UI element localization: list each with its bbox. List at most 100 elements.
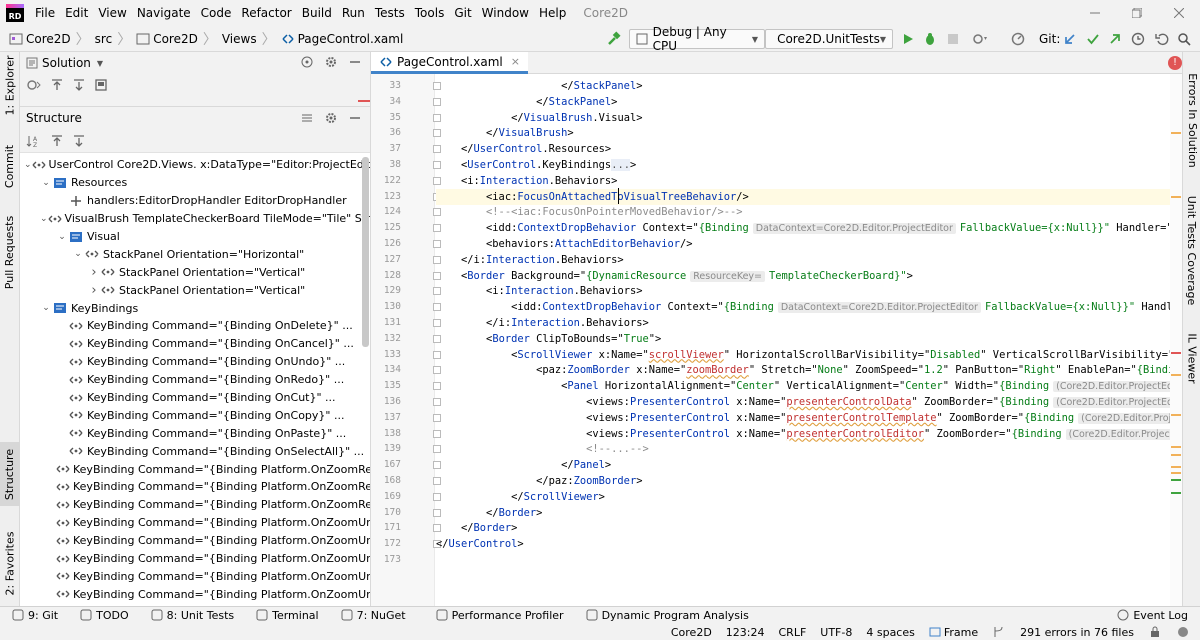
structure-node[interactable]: KeyBinding Command="{Binding OnRedo}" ..… [20, 371, 370, 389]
build-configuration-select[interactable]: Debug | Any CPU ▼ [629, 29, 765, 49]
structure-node[interactable]: ⌄StackPanel Orientation="Horizontal" [20, 245, 370, 263]
status-line-ending[interactable]: CRLF [779, 626, 807, 639]
close-window-icon[interactable] [1164, 0, 1194, 26]
attach-process-icon[interactable] [970, 29, 990, 49]
warning-mark[interactable] [1171, 446, 1181, 448]
run-configuration-select[interactable]: Core2D.UnitTests ▼ [765, 29, 893, 49]
git-push-icon[interactable] [1105, 29, 1125, 49]
structure-node[interactable]: handlers:EditorDropHandler EditorDropHan… [20, 192, 370, 210]
expand-all-icon[interactable] [72, 134, 86, 148]
tab-pull-requests[interactable]: Pull Requests [0, 202, 20, 302]
lock-icon[interactable] [1148, 626, 1162, 638]
structure-node[interactable]: KeyBinding Command="{Binding OnCut}" ... [20, 389, 370, 407]
hide-panel-icon[interactable] [348, 55, 362, 69]
bottom-tab-unit-tests[interactable]: 8: Unit Tests [151, 609, 234, 622]
solution-tool-icon[interactable] [26, 78, 42, 92]
menu-item-git[interactable]: Git [449, 0, 476, 26]
tab-errors-in-solution[interactable]: Errors In Solution [1183, 60, 1200, 180]
profiler-icon[interactable] [1008, 29, 1028, 49]
status-caret-position[interactable]: 123:24 [726, 626, 765, 639]
chevron-down-icon[interactable]: ⌄ [56, 232, 68, 242]
change-mark[interactable] [1171, 479, 1181, 481]
preview-icon[interactable] [94, 78, 108, 92]
bottom-tab-git[interactable]: 9: Git [12, 609, 58, 622]
chevron-down-icon[interactable]: ⌄ [40, 178, 52, 188]
change-mark[interactable] [1171, 492, 1181, 494]
status-indent[interactable]: 4 spaces [866, 626, 915, 639]
settings-gear-icon[interactable] [324, 111, 338, 125]
structure-scrollbar[interactable] [362, 157, 369, 347]
structure-node[interactable]: ⌄Visual [20, 228, 370, 246]
rollback-icon[interactable] [1152, 29, 1172, 49]
structure-node[interactable]: KeyBinding Command="{Binding OnDelete}" … [20, 317, 370, 335]
structure-node[interactable]: KeyBinding Command="{Binding Platform.On… [20, 550, 370, 568]
structure-node[interactable]: ⌄KeyBindings [20, 299, 370, 317]
structure-node[interactable]: KeyBinding Command="{Binding Platform.On… [20, 460, 370, 478]
error-mark[interactable] [1171, 352, 1181, 354]
error-indicator-icon[interactable]: ! [1168, 56, 1182, 70]
sort-alphabetically-icon[interactable]: AZ [26, 134, 42, 148]
code-editor[interactable]: </StackPanel> </StackPanel> </VisualBrus… [436, 74, 1170, 606]
collapse-all-icon[interactable] [50, 134, 64, 148]
breadcrumb-folder[interactable]: Views [219, 27, 260, 51]
tab-favorites[interactable]: 2: Favorites [0, 528, 20, 598]
status-errors[interactable]: 291 errors in 76 files [1020, 626, 1134, 639]
structure-node[interactable]: ›StackPanel Orientation="Vertical" [20, 263, 370, 281]
breadcrumb-solution[interactable]: Core2D [6, 27, 74, 51]
run-icon[interactable] [898, 29, 918, 49]
debug-icon[interactable] [920, 29, 940, 49]
structure-node[interactable]: KeyBinding Command="{Binding OnUndo}" ..… [20, 353, 370, 371]
structure-node[interactable]: ⌄VisualBrush TemplateCheckerBoard TileMo… [20, 210, 370, 228]
menu-item-file[interactable]: File [30, 0, 60, 26]
structure-node[interactable]: ⌄Resources [20, 174, 370, 192]
notifications-icon[interactable] [1176, 626, 1190, 638]
status-frame[interactable]: Frame [929, 626, 978, 639]
tab-il-viewer[interactable]: IL Viewer [1183, 322, 1200, 394]
history-icon[interactable] [1128, 29, 1148, 49]
chevron-down-icon[interactable]: ⌄ [40, 214, 48, 224]
menu-item-window[interactable]: Window [477, 0, 534, 26]
structure-node[interactable]: ⌄UserControl Core2D.Views. x:DataType="E… [20, 156, 370, 174]
menu-item-navigate[interactable]: Navigate [132, 0, 196, 26]
status-project[interactable]: Core2D [671, 626, 712, 639]
warning-mark[interactable] [1171, 196, 1181, 198]
warning-mark[interactable] [1171, 132, 1181, 134]
structure-node[interactable]: KeyBinding Command="{Binding Platform.On… [20, 567, 370, 585]
search-everywhere-icon[interactable] [1174, 29, 1194, 49]
menu-item-refactor[interactable]: Refactor [236, 0, 296, 26]
restore-icon[interactable] [1122, 0, 1152, 26]
menu-item-run[interactable]: Run [337, 0, 370, 26]
build-hammer-icon[interactable] [604, 29, 624, 49]
bottom-tab-terminal[interactable]: Terminal [256, 609, 319, 622]
structure-node[interactable]: KeyBinding Command="{Binding Platform.On… [20, 514, 370, 532]
locate-icon[interactable] [300, 55, 314, 69]
menu-item-build[interactable]: Build [297, 0, 337, 26]
structure-node[interactable]: KeyBinding Command="{Binding OnCopy}" ..… [20, 406, 370, 424]
menu-item-help[interactable]: Help [534, 0, 571, 26]
expand-all-icon[interactable] [72, 78, 86, 92]
tab-commit[interactable]: Commit [0, 144, 20, 188]
structure-node[interactable]: KeyBinding Command="{Binding Platform.On… [20, 478, 370, 496]
git-commit-icon[interactable] [1083, 29, 1103, 49]
git-update-icon[interactable] [1060, 29, 1080, 49]
tab-structure[interactable]: Structure [0, 442, 20, 506]
status-encoding[interactable]: UTF-8 [820, 626, 852, 639]
split-icon[interactable] [300, 111, 314, 125]
chevron-down-icon[interactable]: ⌄ [24, 160, 32, 170]
warning-mark[interactable] [1171, 466, 1181, 468]
settings-gear-icon[interactable] [324, 55, 338, 69]
chevron-down-icon[interactable]: ▼ [97, 59, 103, 68]
structure-node[interactable]: KeyBinding Command="{Binding Platform.On… [20, 496, 370, 514]
warning-mark[interactable] [1171, 454, 1181, 456]
menu-item-code[interactable]: Code [196, 0, 237, 26]
menu-item-tools[interactable]: Tools [410, 0, 450, 26]
bottom-tab-todo[interactable]: TODO [80, 609, 129, 622]
menu-item-edit[interactable]: Edit [60, 0, 93, 26]
breadcrumb-folder[interactable]: src [92, 27, 116, 51]
structure-node[interactable]: ›StackPanel Orientation="Vertical" [20, 281, 370, 299]
breadcrumb-project[interactable]: Core2D [133, 27, 201, 51]
chevron-down-icon[interactable]: ⌄ [72, 249, 84, 259]
close-tab-icon[interactable]: × [511, 55, 520, 68]
chevron-down-icon[interactable]: ⌄ [40, 303, 52, 313]
menu-item-view[interactable]: View [93, 0, 131, 26]
